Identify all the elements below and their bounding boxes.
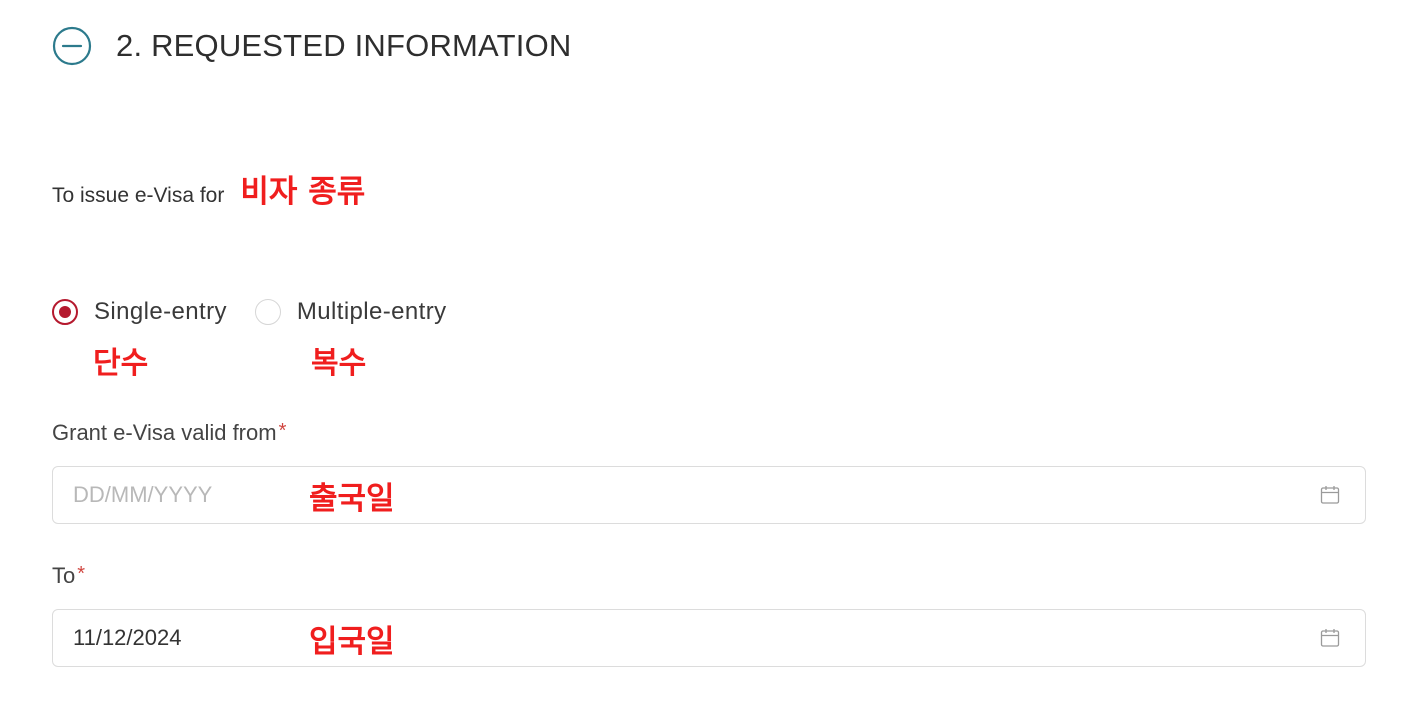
required-asterisk: * bbox=[278, 420, 287, 442]
minus-circle-icon[interactable] bbox=[52, 26, 92, 66]
calendar-icon[interactable] bbox=[1319, 627, 1341, 649]
section-header: 2. REQUESTED INFORMATION bbox=[52, 26, 571, 66]
valid-to-label: To * bbox=[52, 563, 85, 589]
single-entry-label[interactable]: Single-entry bbox=[94, 298, 227, 326]
valid-from-label: Grant e-Visa valid from * bbox=[52, 420, 286, 446]
calendar-icon[interactable] bbox=[1319, 484, 1341, 506]
valid-to-label-text: To bbox=[52, 563, 76, 588]
valid-to-input[interactable] bbox=[73, 610, 313, 665]
valid-from-input[interactable] bbox=[73, 467, 313, 522]
single-entry-radio[interactable] bbox=[52, 299, 78, 325]
valid-from-label-text: Grant e-Visa valid from bbox=[52, 420, 277, 445]
arrival-date-annotation: 입국일 bbox=[309, 624, 395, 660]
valid-from-date-field[interactable]: 출국일 bbox=[52, 466, 1366, 524]
visa-type-annotation: 비자 종류 bbox=[240, 174, 366, 210]
single-entry-option[interactable]: Single-entry bbox=[52, 298, 227, 326]
section-title: 2. REQUESTED INFORMATION bbox=[116, 28, 572, 63]
departure-date-annotation: 출국일 bbox=[309, 481, 395, 517]
visa-purpose-row: To issue e-Visa for 비자 종류 bbox=[52, 166, 365, 211]
valid-to-date-field[interactable]: 입국일 bbox=[52, 609, 1366, 667]
multiple-entry-option[interactable]: Multiple-entry bbox=[254, 298, 447, 326]
single-entry-annotation: 단수 bbox=[93, 346, 149, 381]
multiple-entry-annotation: 복수 bbox=[311, 346, 367, 381]
visa-purpose-label: To issue e-Visa for bbox=[52, 184, 225, 207]
multiple-entry-label[interactable]: Multiple-entry bbox=[297, 298, 447, 326]
multiple-entry-radio[interactable] bbox=[254, 299, 281, 325]
required-asterisk: * bbox=[77, 563, 86, 585]
entry-type-radio-group: Single-entry Multiple-entry bbox=[52, 298, 447, 326]
